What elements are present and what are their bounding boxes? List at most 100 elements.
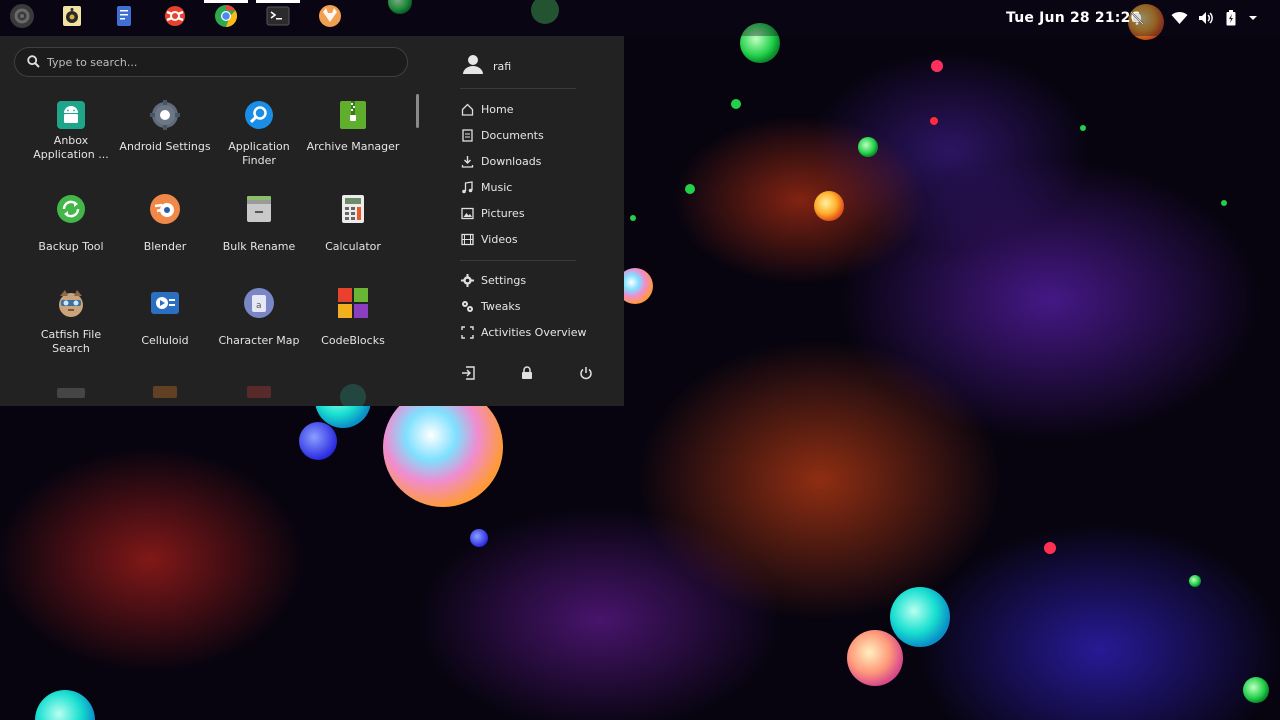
active-indicator (204, 0, 248, 3)
blender-icon (150, 194, 180, 224)
place-pictures[interactable]: Pictures (460, 202, 525, 224)
app-bulk-rename[interactable]: Bulk Rename (212, 186, 306, 276)
partial-app-icon (340, 384, 366, 406)
app-grid: Anbox Application ... Android Settings A… (24, 92, 400, 406)
app-codeblocks[interactable]: CodeBlocks (306, 280, 400, 370)
user-avatar-icon (462, 53, 484, 79)
place-music[interactable]: Music (460, 176, 512, 198)
applications-menu: Anbox Application ... Android Settings A… (0, 36, 624, 406)
gitlab-fox-icon (318, 4, 342, 32)
codeblocks-icon (338, 288, 368, 318)
separator (460, 88, 576, 89)
logout-icon (461, 365, 475, 384)
app-partial-4 (306, 374, 400, 406)
place-label: Videos (481, 232, 518, 246)
top-panel: Tue Jun 28 21:26 (0, 0, 1280, 36)
app-label: Bulk Rename (222, 240, 296, 253)
film-icon (460, 232, 474, 246)
terminal-icon (266, 5, 290, 31)
documents-icon (460, 128, 474, 142)
partial-app-icon (247, 386, 271, 398)
launcher-speaker[interactable] (58, 4, 86, 32)
video-player-icon (151, 292, 179, 314)
gnome-foot-icon (9, 3, 35, 33)
place-label: Activities Overview (481, 325, 587, 339)
home-icon (460, 102, 474, 116)
places-column: rafi Home Documents Downloads Music Pict… (456, 36, 624, 406)
download-icon (460, 154, 474, 168)
active-indicator (256, 0, 300, 3)
search-input[interactable] (47, 55, 377, 69)
app-label: Anbox Application ... (33, 134, 109, 161)
lock-icon (520, 365, 534, 384)
wifi-icon[interactable] (1170, 9, 1188, 27)
tweaks-icon (460, 299, 474, 313)
music-note-icon (460, 180, 474, 194)
app-label: Celluloid (141, 334, 189, 347)
launcher-chrome[interactable] (204, 0, 248, 32)
place-label: Pictures (481, 206, 525, 220)
user-name: rafi (493, 59, 512, 73)
battery-icon[interactable] (1222, 9, 1240, 27)
place-settings[interactable]: Settings (460, 269, 526, 291)
notifications-muted-icon[interactable] (1128, 9, 1146, 27)
app-application-finder[interactable]: Application Finder (212, 92, 306, 182)
power-icon (579, 365, 593, 384)
place-documents[interactable]: Documents (460, 124, 544, 146)
app-label: Backup Tool (38, 240, 104, 253)
search-icon (27, 53, 40, 72)
app-android-settings[interactable]: Android Settings (118, 92, 212, 182)
place-label: Settings (481, 273, 527, 287)
partial-app-icon (57, 388, 85, 398)
place-label: Home (481, 102, 514, 116)
overview-frame-icon (460, 325, 474, 339)
app-label: Application Finder (228, 140, 290, 167)
app-anbox[interactable]: Anbox Application ... (24, 92, 118, 182)
partial-app-icon (153, 386, 177, 398)
zip-archive-icon (340, 101, 366, 129)
app-label: Archive Manager (306, 140, 400, 153)
volume-icon[interactable] (1197, 9, 1215, 27)
place-label: Tweaks (481, 299, 521, 313)
launcher-terminal[interactable] (256, 0, 300, 32)
place-home[interactable]: Home (460, 98, 513, 120)
launcher-help[interactable] (161, 4, 189, 32)
separator (460, 260, 576, 261)
app-blender[interactable]: Blender (118, 186, 212, 276)
app-partial-3 (212, 374, 306, 406)
gear-icon (460, 273, 474, 287)
app-character-map[interactable]: a Character Map (212, 280, 306, 370)
system-menu-chevron-icon[interactable] (1244, 9, 1262, 27)
app-partial-1 (24, 374, 118, 406)
magnifier-icon (245, 101, 273, 129)
app-label: Blender (143, 240, 187, 253)
catfish-icon (59, 290, 83, 317)
app-label: Calculator (325, 240, 381, 253)
app-grid-scrollbar[interactable] (416, 94, 419, 128)
power-button[interactable] (576, 364, 596, 384)
app-calculator[interactable]: Calculator (306, 186, 400, 276)
clock[interactable]: Tue Jun 28 21:26 (1006, 10, 1140, 26)
app-archive-manager[interactable]: Archive Manager (306, 92, 400, 182)
app-celluloid[interactable]: Celluloid (118, 280, 212, 370)
place-videos[interactable]: Videos (460, 228, 518, 250)
place-activities-overview[interactable]: Activities Overview (460, 321, 586, 343)
logout-button[interactable] (458, 364, 478, 384)
place-tweaks[interactable]: Tweaks (460, 295, 521, 317)
launcher-gitlab[interactable] (316, 4, 344, 32)
launcher-document-viewer[interactable] (110, 4, 138, 32)
user-account[interactable]: rafi (462, 53, 511, 79)
lock-button[interactable] (517, 364, 537, 384)
character-map-icon: a (244, 288, 274, 318)
search-field[interactable] (14, 47, 408, 77)
bulk-rename-icon (247, 196, 271, 222)
place-downloads[interactable]: Downloads (460, 150, 541, 172)
svg-text:a: a (256, 301, 262, 311)
activities-button[interactable] (8, 4, 36, 32)
app-backup-tool[interactable]: Backup Tool (24, 186, 118, 276)
picture-icon (460, 206, 474, 220)
place-label: Documents (481, 128, 544, 142)
app-catfish[interactable]: Catfish File Search (24, 280, 118, 370)
place-label: Downloads (481, 154, 542, 168)
backup-sync-icon (57, 195, 85, 223)
